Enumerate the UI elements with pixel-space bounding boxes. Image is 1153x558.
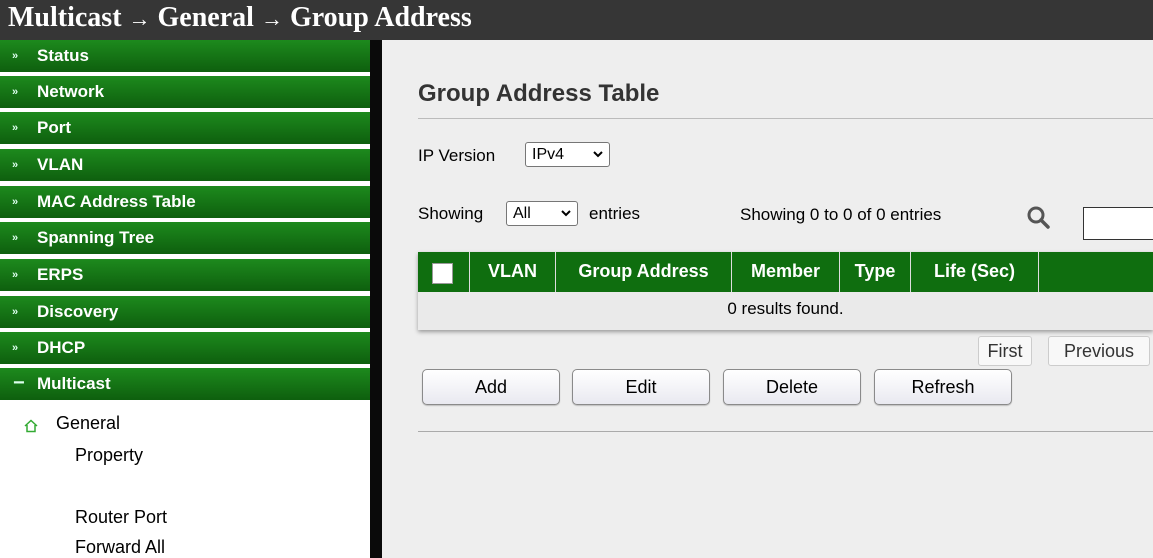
table-body: 0 results found. bbox=[418, 292, 1153, 330]
showing-label: Showing bbox=[418, 204, 484, 223]
group-address-table: VLAN Group Address Member Type Life (Sec… bbox=[418, 252, 1153, 330]
chevron-double-down-icon: » bbox=[12, 122, 19, 134]
column-header-life[interactable]: Life (Sec) bbox=[911, 252, 1039, 292]
divider bbox=[418, 118, 1153, 119]
chevron-double-down-icon: » bbox=[12, 196, 19, 208]
breadcrumb-item-general: General bbox=[157, 2, 254, 33]
home-icon bbox=[24, 419, 38, 436]
breadcrumb-item-group-address: Group Address bbox=[289, 2, 472, 33]
sidebar-item-mac-address-table[interactable]: » MAC Address Table bbox=[0, 186, 370, 220]
ip-version-label: IP Version bbox=[418, 146, 496, 165]
divider bbox=[418, 431, 1153, 432]
sidebar-item-label: Spanning Tree bbox=[37, 228, 155, 247]
chevron-double-down-icon: » bbox=[12, 50, 19, 62]
minus-icon: − bbox=[13, 372, 25, 394]
table-header: VLAN Group Address Member Type Life (Sec… bbox=[418, 252, 1153, 292]
submenu-group-general[interactable]: General bbox=[56, 413, 120, 434]
empty-table-message: 0 results found. bbox=[727, 299, 844, 318]
chevron-double-down-icon: » bbox=[12, 306, 19, 318]
add-button[interactable]: Add bbox=[422, 369, 560, 405]
sidebar-item-label: Discovery bbox=[37, 302, 119, 321]
sidebar-item-spanning-tree[interactable]: » Spanning Tree bbox=[0, 222, 370, 256]
sidebar-item-label: VLAN bbox=[37, 155, 84, 174]
column-header-type[interactable]: Type bbox=[840, 252, 911, 292]
sidebar-item-label: ERPS bbox=[37, 265, 84, 284]
page-size-select[interactable]: All bbox=[506, 201, 578, 226]
chevron-double-down-icon: » bbox=[12, 86, 19, 98]
submenu-item-forward-all[interactable]: Forward All bbox=[75, 537, 165, 558]
sidebar-item-label: Status bbox=[37, 46, 89, 65]
column-header-member[interactable]: Member bbox=[732, 252, 840, 292]
page-title: Group Address Table bbox=[418, 80, 660, 107]
chevron-double-down-icon: » bbox=[12, 232, 19, 244]
submenu-item-property[interactable]: Property bbox=[75, 445, 143, 466]
arrow-right-icon: → bbox=[260, 6, 283, 31]
title-bar: Multicast → General → Group Address bbox=[0, 0, 1153, 40]
arrow-right-icon: → bbox=[128, 6, 151, 31]
column-header-vlan[interactable]: VLAN bbox=[470, 252, 556, 292]
sidebar-item-discovery[interactable]: » Discovery bbox=[0, 296, 370, 330]
sidebar-item-label: MAC Address Table bbox=[37, 192, 196, 211]
select-all-cell bbox=[418, 252, 470, 292]
chevron-double-down-icon: » bbox=[12, 342, 19, 354]
submenu-item-group-address[interactable]: Group Address bbox=[75, 476, 205, 497]
refresh-button[interactable]: Refresh bbox=[874, 369, 1012, 405]
chevron-double-down-icon: » bbox=[12, 269, 19, 281]
entries-label: entries bbox=[589, 204, 641, 223]
sidebar-item-vlan[interactable]: » VLAN bbox=[0, 149, 370, 183]
submenu-item-router-port[interactable]: Router Port bbox=[75, 507, 167, 528]
chevron-double-down-icon: » bbox=[12, 159, 19, 171]
sidebar-item-label: DHCP bbox=[37, 338, 86, 357]
chevron-down-icon bbox=[593, 151, 603, 158]
sidebar-item-port[interactable]: » Port bbox=[0, 112, 370, 146]
previous-page-button[interactable]: Previous bbox=[1048, 336, 1150, 366]
breadcrumb: Multicast → General → Group Address bbox=[8, 2, 472, 34]
ip-version-value: IPv4 bbox=[532, 146, 565, 163]
sidebar-item-label: Multicast bbox=[37, 374, 111, 393]
search-icon[interactable] bbox=[1026, 205, 1052, 231]
search-input[interactable] bbox=[1083, 207, 1153, 240]
sidebar-item-label: Port bbox=[37, 118, 71, 137]
main-content: Group Address Table IP Version IPv4 Show… bbox=[382, 40, 1153, 558]
breadcrumb-item-multicast: Multicast bbox=[8, 2, 122, 33]
sidebar-item-dhcp[interactable]: » DHCP bbox=[0, 332, 370, 366]
column-header-group-address[interactable]: Group Address bbox=[556, 252, 732, 292]
sidebar: » Status » Network » Port » VLAN » MAC A… bbox=[0, 40, 370, 558]
sidebar-divider bbox=[370, 40, 382, 558]
select-all-checkbox[interactable] bbox=[432, 263, 453, 284]
sidebar-item-label: Network bbox=[37, 82, 105, 101]
edit-button[interactable]: Edit bbox=[572, 369, 710, 405]
sidebar-item-network[interactable]: » Network bbox=[0, 76, 370, 110]
delete-button[interactable]: Delete bbox=[723, 369, 861, 405]
sidebar-item-multicast[interactable]: − Multicast bbox=[0, 368, 370, 402]
ip-version-select[interactable]: IPv4 bbox=[525, 142, 610, 167]
sidebar-item-erps[interactable]: » ERPS bbox=[0, 259, 370, 293]
page-size-value: All bbox=[513, 205, 531, 222]
first-page-button[interactable]: First bbox=[978, 336, 1032, 366]
entries-info: Showing 0 to 0 of 0 entries bbox=[740, 205, 942, 224]
chevron-down-icon bbox=[561, 210, 571, 217]
sidebar-item-status[interactable]: » Status bbox=[0, 40, 370, 74]
